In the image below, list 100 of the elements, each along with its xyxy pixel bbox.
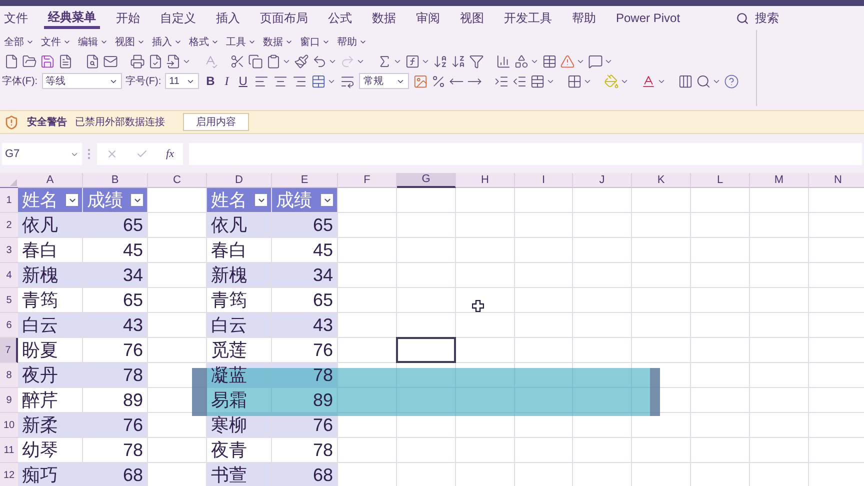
menu-item[interactable]: 窗口 [300, 34, 320, 50]
row-header[interactable]: 6 [0, 313, 18, 338]
column-header[interactable]: F [338, 173, 397, 188]
row-header[interactable]: 12 [0, 463, 18, 486]
sort-descending-icon[interactable] [451, 54, 466, 68]
ribbon-tab[interactable]: 页面布局 [256, 7, 312, 29]
row-header[interactable]: 3 [0, 238, 18, 263]
search-icon[interactable] [696, 74, 712, 88]
ribbon-tab[interactable]: 开发工具 [500, 7, 556, 29]
underline-button[interactable]: U [236, 72, 250, 90]
search-label[interactable]: 搜索 [755, 9, 780, 27]
copy-icon[interactable] [248, 54, 263, 68]
column-header[interactable]: M [750, 173, 809, 188]
table-icon[interactable] [542, 54, 557, 68]
size-select[interactable]: 11 [165, 73, 200, 89]
italic-button[interactable]: I [222, 72, 232, 90]
row-header[interactable]: 1 [0, 188, 18, 213]
menu-item[interactable]: 插入 [152, 34, 172, 50]
menu-item[interactable]: 文件 [41, 34, 61, 50]
row-header[interactable]: 2 [0, 213, 18, 238]
sort-ascending-icon[interactable] [433, 54, 448, 68]
file-search-icon[interactable] [85, 54, 100, 68]
number-format-select[interactable]: 常规 [359, 73, 410, 89]
filter-dropdown[interactable] [255, 194, 267, 206]
shapes-icon[interactable] [514, 54, 529, 68]
merge-center-icon[interactable] [311, 74, 326, 88]
help-icon[interactable] [724, 74, 740, 88]
ribbon-tab[interactable]: 开始 [112, 7, 144, 29]
comment-icon[interactable] [588, 54, 603, 68]
file-import-icon[interactable] [166, 54, 181, 68]
ribbon-tab[interactable]: 帮助 [568, 7, 600, 29]
ribbon-tab[interactable]: 文件 [0, 7, 32, 29]
file-check-icon[interactable] [148, 54, 163, 68]
font-color-icon[interactable] [641, 74, 656, 88]
warning-icon[interactable] [560, 54, 575, 68]
row-header[interactable]: 7 [0, 338, 18, 363]
column-header[interactable]: A [18, 173, 83, 188]
filter-dropdown[interactable] [321, 194, 333, 206]
column-header[interactable]: C [148, 173, 207, 188]
name-box[interactable]: G7 [2, 143, 82, 165]
column-header[interactable]: D [207, 173, 272, 188]
row-header[interactable]: 9 [0, 388, 18, 413]
row-header[interactable]: 5 [0, 288, 18, 313]
border-icon[interactable] [567, 74, 582, 88]
ribbon-tab[interactable]: 经典菜单 [44, 7, 100, 29]
document-icon[interactable] [58, 54, 73, 68]
folder-icon[interactable] [22, 54, 37, 68]
filter-dropdown[interactable] [66, 194, 78, 206]
fill-color-icon[interactable] [604, 74, 620, 88]
indent-decrease-icon[interactable] [512, 74, 528, 88]
scissors-icon[interactable] [230, 54, 245, 68]
ribbon-tab[interactable]: 审阅 [412, 7, 444, 29]
align-left-icon[interactable] [254, 74, 270, 88]
menu-item[interactable]: 视图 [115, 34, 135, 50]
printer-icon[interactable] [130, 54, 145, 68]
column-header[interactable]: L [691, 173, 750, 188]
align-center-icon[interactable] [273, 74, 288, 88]
wrap-text-icon[interactable] [340, 74, 356, 88]
column-header[interactable]: G [397, 173, 456, 188]
ribbon-tab[interactable]: 视图 [456, 7, 488, 29]
enable-content-button[interactable]: 启用内容 [183, 113, 249, 131]
column-header[interactable]: K [632, 173, 691, 188]
font-select[interactable]: 等线 [42, 73, 122, 89]
menu-item[interactable]: 数据 [263, 34, 283, 50]
menu-item[interactable]: 编辑 [78, 34, 98, 50]
image-icon[interactable] [413, 74, 428, 88]
paintbrush-icon[interactable] [294, 54, 309, 68]
ribbon-tab[interactable]: 自定义 [156, 7, 200, 29]
column-header[interactable]: I [515, 173, 573, 188]
filter-icon[interactable] [469, 54, 484, 68]
ribbon-tab[interactable]: 数据 [368, 7, 400, 29]
indent-increase-icon[interactable] [494, 74, 510, 88]
menu-item[interactable]: 工具 [226, 34, 246, 50]
bold-button[interactable]: B [203, 72, 218, 90]
ribbon-tab[interactable]: 插入 [212, 7, 244, 29]
search-icon[interactable] [736, 12, 750, 24]
undo-icon[interactable] [312, 54, 327, 68]
row-header[interactable]: 11 [0, 438, 18, 463]
ribbon-tab[interactable]: 公式 [324, 7, 356, 29]
clipboard-icon[interactable] [266, 54, 281, 68]
menu-item[interactable]: 全部 [4, 34, 24, 50]
row-header[interactable]: 8 [0, 363, 18, 388]
mail-icon[interactable] [103, 54, 118, 68]
column-header[interactable]: B [83, 173, 148, 188]
ribbon-tab[interactable]: Power Pivot [612, 7, 684, 29]
column-header[interactable]: H [456, 173, 515, 188]
menu-item[interactable]: 帮助 [337, 34, 357, 50]
insert-function-button[interactable]: fx [166, 146, 174, 162]
menu-item[interactable]: 格式 [189, 34, 209, 50]
new-file-icon[interactable] [4, 54, 19, 68]
percent-icon[interactable] [431, 74, 446, 88]
row-header[interactable]: 4 [0, 263, 18, 288]
filter-dropdown[interactable] [131, 194, 143, 206]
align-right-icon[interactable] [292, 74, 308, 88]
function-icon[interactable] [405, 54, 420, 68]
column-header[interactable]: N [809, 173, 864, 188]
save-icon[interactable] [40, 54, 55, 68]
merge-cells-icon[interactable] [530, 74, 546, 88]
bar-chart-icon[interactable] [496, 54, 511, 68]
row-header[interactable]: 10 [0, 413, 18, 438]
